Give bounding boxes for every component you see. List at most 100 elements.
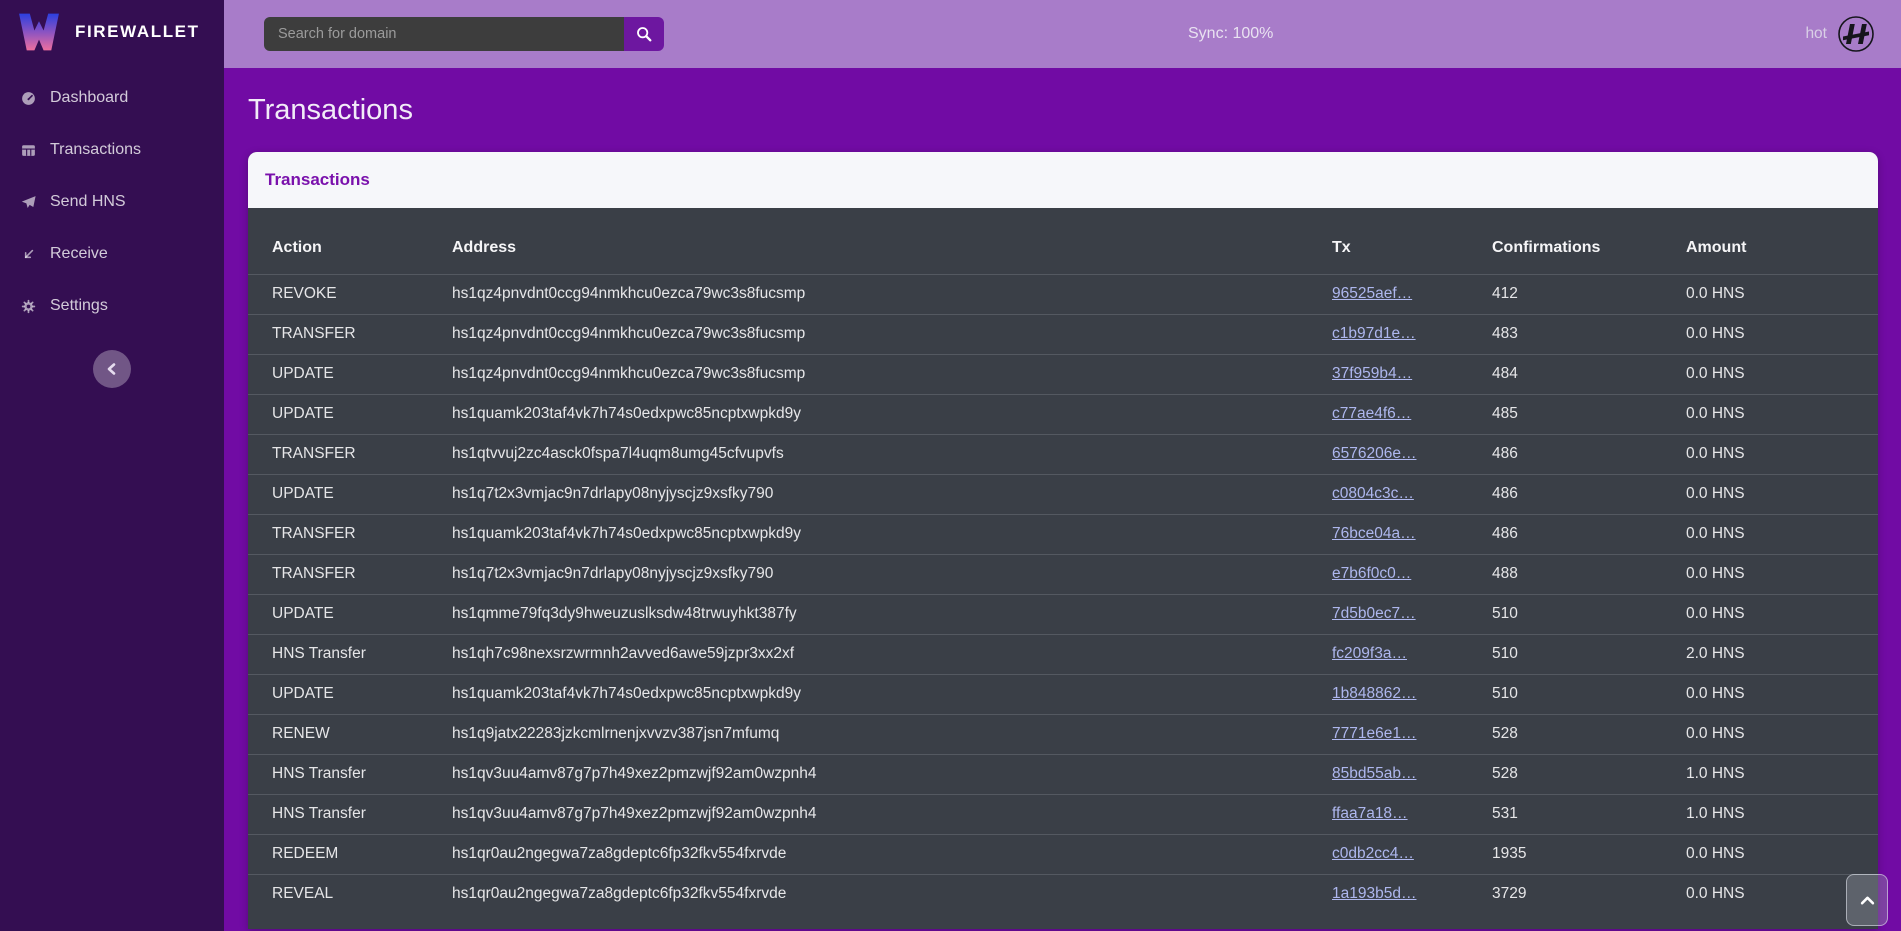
column-header-amount: Amount <box>1686 208 1878 274</box>
sidebar-item-send-hns[interactable]: Send HNS <box>0 176 224 228</box>
table-row: REDEEM hs1qr0au2ngegwa7za8gdeptc6fp32fkv… <box>248 834 1878 874</box>
sidebar-collapse-button[interactable] <box>93 350 131 388</box>
tx-link[interactable]: 7d5b0ec7… <box>1332 605 1416 622</box>
sidebar-item-receive[interactable]: Receive <box>0 228 224 280</box>
table-header-row: Action Address Tx Confirmations Amount <box>248 208 1878 274</box>
confirmations-cell: 486 <box>1492 514 1686 554</box>
wallet-indicator[interactable]: hot <box>1805 0 1875 68</box>
address-cell: hs1qr0au2ngegwa7za8gdeptc6fp32fkv554fxrv… <box>452 874 1332 914</box>
main-content: Transactions Transactions Action Address… <box>224 68 1901 931</box>
amount-cell: 0.0 HNS <box>1686 674 1878 714</box>
confirmations-cell: 485 <box>1492 394 1686 434</box>
tx-cell: ffaa7a18… <box>1332 794 1492 834</box>
amount-cell: 2.0 HNS <box>1686 634 1878 674</box>
action-cell: REDEEM <box>248 834 452 874</box>
address-cell: hs1q7t2x3vmjac9n7drlapy08nyjyscjz9xsfky7… <box>452 474 1332 514</box>
tx-cell: 6576206e… <box>1332 434 1492 474</box>
tx-link[interactable]: e7b6f0c0… <box>1332 565 1411 582</box>
confirmations-cell: 412 <box>1492 274 1686 314</box>
address-cell: hs1qmme79fq3dy9hweuzuslksdw48trwuyhkt387… <box>452 594 1332 634</box>
gauge-icon <box>20 90 37 107</box>
table-row: UPDATE hs1quamk203taf4vk7h74s0edxpwc85nc… <box>248 674 1878 714</box>
tx-cell: 7d5b0ec7… <box>1332 594 1492 634</box>
wallet-name: hot <box>1805 25 1827 43</box>
chevron-up-icon <box>1860 896 1875 905</box>
tx-link[interactable]: 96525aef… <box>1332 285 1412 302</box>
tx-cell: 1b848862… <box>1332 674 1492 714</box>
tx-cell: 37f959b4… <box>1332 354 1492 394</box>
search-button[interactable] <box>624 17 664 51</box>
search-input[interactable] <box>264 17 624 51</box>
transactions-card: Transactions Action Address Tx Confirmat… <box>248 152 1878 929</box>
sidebar-item-settings[interactable]: Settings <box>0 280 224 332</box>
table-row: TRANSFER hs1qtvvuj2zc4asck0fspa7l4uqm8um… <box>248 434 1878 474</box>
address-cell: hs1qz4pnvdnt0ccg94nmkhcu0ezca79wc3s8fucs… <box>452 314 1332 354</box>
tx-cell: c0db2cc4… <box>1332 834 1492 874</box>
table-row: HNS Transfer hs1qv3uu4amv87g7p7h49xez2pm… <box>248 754 1878 794</box>
table-row: TRANSFER hs1quamk203taf4vk7h74s0edxpwc85… <box>248 514 1878 554</box>
tx-cell: 76bce04a… <box>1332 514 1492 554</box>
tx-link[interactable]: 6576206e… <box>1332 445 1416 462</box>
confirmations-cell: 488 <box>1492 554 1686 594</box>
domain-search <box>264 17 664 51</box>
sidebar-item-label: Send HNS <box>50 193 126 211</box>
table-row: HNS Transfer hs1qh7c98nexsrzwrmnh2avved6… <box>248 634 1878 674</box>
table-row: RENEW hs1q9jatx22283jzkcmlrnenjxvvzv387j… <box>248 714 1878 754</box>
address-cell: hs1quamk203taf4vk7h74s0edxpwc85ncptxwpkd… <box>452 394 1332 434</box>
tx-link[interactable]: 76bce04a… <box>1332 525 1416 542</box>
receive-arrow-icon <box>20 246 37 263</box>
tx-link[interactable]: 85bd55ab… <box>1332 765 1416 782</box>
tx-link[interactable]: 1a193b5d… <box>1332 885 1416 902</box>
amount-cell: 0.0 HNS <box>1686 514 1878 554</box>
tx-link[interactable]: 1b848862… <box>1332 685 1416 702</box>
action-cell: UPDATE <box>248 594 452 634</box>
table-row: REVOKE hs1qz4pnvdnt0ccg94nmkhcu0ezca79wc… <box>248 274 1878 314</box>
paper-plane-icon <box>20 194 37 211</box>
tx-link[interactable]: c1b97d1e… <box>1332 325 1416 342</box>
scroll-to-top-button[interactable] <box>1846 874 1888 926</box>
topbar: Sync: 100% hot <box>224 0 1901 68</box>
tx-link[interactable]: fc209f3a… <box>1332 645 1407 662</box>
tx-link[interactable]: c77ae4f6… <box>1332 405 1411 422</box>
page-title: Transactions <box>248 90 1878 130</box>
handshake-logo-icon <box>1837 15 1875 53</box>
amount-cell: 0.0 HNS <box>1686 714 1878 754</box>
address-cell: hs1qtvvuj2zc4asck0fspa7l4uqm8umg45cfvupv… <box>452 434 1332 474</box>
address-cell: hs1quamk203taf4vk7h74s0edxpwc85ncptxwpkd… <box>452 514 1332 554</box>
sidebar-item-label: Transactions <box>50 141 141 159</box>
address-cell: hs1qv3uu4amv87g7p7h49xez2pmzwjf92am0wzpn… <box>452 754 1332 794</box>
table-row: UPDATE hs1q7t2x3vmjac9n7drlapy08nyjyscjz… <box>248 474 1878 514</box>
address-cell: hs1q9jatx22283jzkcmlrnenjxvvzv387jsn7mfu… <box>452 714 1332 754</box>
tx-link[interactable]: 37f959b4… <box>1332 365 1412 382</box>
confirmations-cell: 486 <box>1492 474 1686 514</box>
action-cell: HNS Transfer <box>248 794 452 834</box>
confirmations-cell: 1935 <box>1492 834 1686 874</box>
sidebar: FIREWALLET Dashboard <box>0 0 224 931</box>
table-row: UPDATE hs1qmme79fq3dy9hweuzuslksdw48trwu… <box>248 594 1878 634</box>
amount-cell: 0.0 HNS <box>1686 554 1878 594</box>
tx-link[interactable]: c0804c3c… <box>1332 485 1414 502</box>
amount-cell: 0.0 HNS <box>1686 314 1878 354</box>
amount-cell: 0.0 HNS <box>1686 434 1878 474</box>
amount-cell: 1.0 HNS <box>1686 794 1878 834</box>
tx-link[interactable]: ffaa7a18… <box>1332 805 1408 822</box>
search-icon <box>635 25 653 43</box>
amount-cell: 0.0 HNS <box>1686 594 1878 634</box>
column-header-action: Action <box>248 208 452 274</box>
sidebar-item-label: Receive <box>50 245 108 263</box>
tx-link[interactable]: c0db2cc4… <box>1332 845 1414 862</box>
confirmations-cell: 483 <box>1492 314 1686 354</box>
action-cell: UPDATE <box>248 474 452 514</box>
sidebar-item-transactions[interactable]: Transactions <box>0 124 224 176</box>
tx-cell: 1a193b5d… <box>1332 874 1492 914</box>
column-header-tx: Tx <box>1332 208 1492 274</box>
address-cell: hs1qv3uu4amv87g7p7h49xez2pmzwjf92am0wzpn… <box>452 794 1332 834</box>
table-row: UPDATE hs1quamk203taf4vk7h74s0edxpwc85nc… <box>248 394 1878 434</box>
tx-link[interactable]: 7771e6e1… <box>1332 725 1416 742</box>
confirmations-cell: 528 <box>1492 714 1686 754</box>
address-cell: hs1qr0au2ngegwa7za8gdeptc6fp32fkv554fxrv… <box>452 834 1332 874</box>
table-row: TRANSFER hs1qz4pnvdnt0ccg94nmkhcu0ezca79… <box>248 314 1878 354</box>
sidebar-item-dashboard[interactable]: Dashboard <box>0 72 224 124</box>
confirmations-cell: 484 <box>1492 354 1686 394</box>
action-cell: TRANSFER <box>248 514 452 554</box>
